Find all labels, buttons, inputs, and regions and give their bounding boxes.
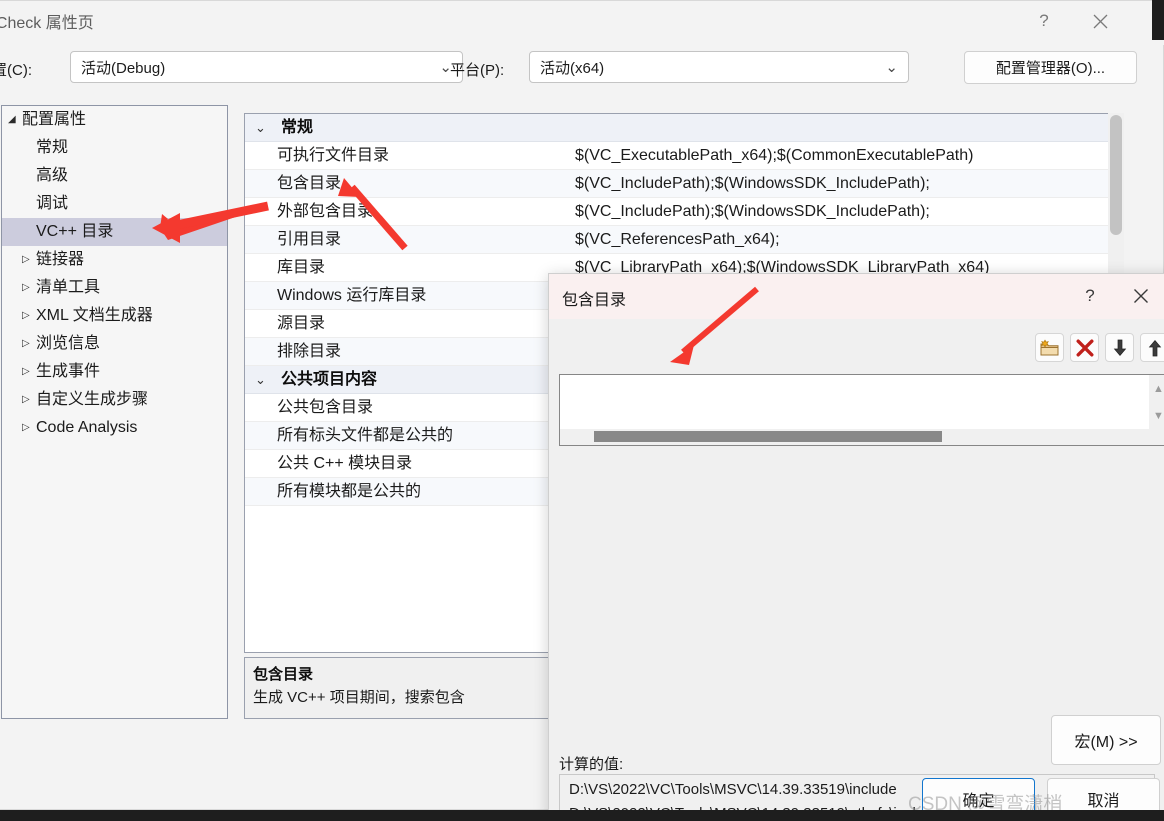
move-up-icon[interactable] [1140, 333, 1164, 362]
collapse-arrow-icon[interactable]: ▷ [22, 302, 36, 330]
expand-arrow-icon[interactable]: ◢ [8, 106, 22, 134]
collapse-arrow-icon[interactable]: ▷ [22, 414, 36, 442]
window-title: ceCheck 属性页 [0, 15, 94, 32]
tree-item-label: XML 文档生成器 [36, 307, 153, 325]
delete-icon[interactable] [1070, 333, 1099, 362]
platform-value: 活动(x64) [540, 59, 605, 77]
scrollbar-thumb[interactable] [1110, 115, 1122, 235]
scroll-up-icon[interactable]: ▲ [1152, 383, 1164, 396]
configuration-label: 配置(C): [0, 62, 32, 79]
tree-item-7[interactable]: ▷ XML 文档生成器 [2, 302, 227, 330]
computed-values-label: 计算的值: [559, 756, 624, 773]
tree-item-label: 浏览信息 [36, 335, 101, 353]
grid-row-name: 排除目录 [277, 343, 342, 360]
tree-item-2[interactable]: 高级 [2, 162, 227, 190]
dialog-close-icon[interactable] [1121, 278, 1161, 314]
tree-item-label: 配置属性 [22, 111, 87, 129]
tree-item-4[interactable]: VC++ 目录 [2, 218, 227, 246]
configuration-value: 活动(Debug) [81, 59, 166, 77]
cancel-button-label: 取消 [1087, 792, 1120, 810]
grid-category-0[interactable]: ⌄ 常规 [245, 114, 1124, 142]
tree-item-label: 常规 [36, 139, 69, 156]
directories-list-content[interactable] [560, 375, 1151, 431]
list-horizontal-scrollbar[interactable] [560, 429, 1151, 445]
collapse-arrow-icon[interactable]: ▷ [22, 246, 36, 274]
dialog-title: 包含目录 [562, 292, 627, 309]
configuration-tree[interactable]: ◢ 配置属性 常规 高级 调试 VC++ 目录 ▷ 链接器 ▷ 清单工具 ▷ XML 文档生成器 ▷ 浏览… [1, 105, 228, 719]
grid-row-name: 库目录 [277, 259, 326, 276]
tree-item-6[interactable]: ▷ 清单工具 [2, 274, 227, 302]
tree-item-label: 自定义生成步骤 [36, 391, 149, 409]
grid-category-label: 常规 [281, 119, 314, 136]
move-down-icon[interactable] [1105, 333, 1134, 362]
grid-row-value[interactable]: $(VC_ExecutablePath_x64);$(CommonExecuta… [575, 142, 973, 169]
grid-row-name: 源目录 [277, 315, 326, 332]
grid-row[interactable]: 包含目录 $(VC_IncludePath);$(WindowsSDK_Inclu… [245, 170, 1124, 198]
scroll-down-icon[interactable]: ▼ [1152, 410, 1164, 423]
background-strip-bottom [0, 810, 1164, 821]
grid-row[interactable]: 引用目录 $(VC_ReferencesPath_x64); [245, 226, 1124, 254]
grid-row-name: 公共包含目录 [277, 399, 374, 416]
grid-row-value[interactable]: $(VC_IncludePath);$(WindowsSDK_IncludePa… [575, 198, 930, 225]
chevron-down-icon[interactable]: ⌄ [255, 114, 266, 141]
collapse-arrow-icon[interactable]: ▷ [22, 330, 36, 358]
scrollbar-thumb[interactable] [594, 431, 942, 442]
close-icon[interactable] [1077, 1, 1123, 41]
grid-row-name: 包含目录 [277, 175, 342, 192]
macros-button-label: 宏(M) >> [1074, 734, 1138, 751]
tree-item-label: 生成事件 [36, 363, 101, 381]
grid-row-value[interactable]: $(VC_IncludePath);$(WindowsSDK_IncludePa… [575, 170, 930, 197]
grid-category-label: 公共项目内容 [281, 371, 378, 388]
tree-item-1[interactable]: 常规 [2, 134, 227, 162]
background-strip-right [1152, 0, 1164, 40]
tree-item-label: VC++ 目录 [36, 223, 114, 240]
tree-item-label: 调试 [36, 195, 69, 212]
tree-item-label: 高级 [36, 167, 69, 184]
tree-item-10[interactable]: ▷ 自定义生成步骤 [2, 386, 227, 414]
grid-row-name: Windows 运行库目录 [277, 287, 427, 304]
tree-item-0[interactable]: ◢ 配置属性 [2, 106, 227, 134]
help-icon[interactable]: ? [1021, 1, 1067, 41]
collapse-arrow-icon[interactable]: ▷ [22, 274, 36, 302]
tree-item-label: 清单工具 [36, 279, 101, 297]
window-title-bar: ceCheck 属性页 ? [0, 1, 1164, 45]
grid-row-value[interactable]: $(VC_ReferencesPath_x64); [575, 226, 780, 253]
chevron-down-icon[interactable]: ⌄ [255, 366, 266, 393]
platform-label: 平台(P): [450, 62, 505, 79]
tree-item-3[interactable]: 调试 [2, 190, 227, 218]
grid-row-name: 引用目录 [277, 231, 342, 248]
directories-list[interactable]: ▲ ▼ [559, 374, 1164, 446]
dialog-title-bar: 包含目录 ? [549, 274, 1164, 319]
dialog-toolbar [1035, 333, 1164, 362]
configuration-manager-button[interactable]: 配置管理器(O)... [964, 51, 1137, 84]
configuration-dropdown[interactable]: 活动(Debug) ⌄ [70, 51, 463, 83]
macros-button[interactable]: 宏(M) >> [1051, 715, 1161, 765]
collapse-arrow-icon[interactable]: ▷ [22, 386, 36, 414]
tree-item-label: Code Analysis [36, 419, 138, 437]
grid-row-name: 所有标头文件都是公共的 [277, 427, 454, 444]
tree-item-5[interactable]: ▷ 链接器 [2, 246, 227, 274]
grid-row-name: 所有模块都是公共的 [277, 483, 422, 500]
configuration-bar: 配置(C): 活动(Debug) ⌄ 平台(P): 活动(x64) ⌄ 配置管理… [0, 47, 1164, 95]
grid-row-name: 外部包含目录 [277, 203, 374, 220]
tree-item-label: 链接器 [36, 251, 85, 269]
grid-row-name: 可执行文件目录 [277, 147, 390, 164]
chevron-down-icon: ⌄ [885, 59, 898, 76]
tree-item-8[interactable]: ▷ 浏览信息 [2, 330, 227, 358]
grid-row[interactable]: 外部包含目录 $(VC_IncludePath);$(WindowsSDK_Inc… [245, 198, 1124, 226]
ok-button-label: 确定 [962, 792, 995, 810]
tree-item-11[interactable]: ▷ Code Analysis [2, 414, 227, 442]
dialog-help-icon[interactable]: ? [1070, 278, 1110, 314]
platform-dropdown[interactable]: 活动(x64) ⌄ [529, 51, 909, 83]
grid-row[interactable]: 可执行文件目录 $(VC_ExecutablePath_x64);$(Common… [245, 142, 1124, 170]
new-folder-icon[interactable] [1035, 333, 1064, 362]
grid-row-name: 公共 C++ 模块目录 [277, 455, 413, 472]
list-vertical-scrollbar[interactable]: ▲ ▼ [1149, 375, 1164, 431]
collapse-arrow-icon[interactable]: ▷ [22, 358, 36, 386]
tree-item-9[interactable]: ▷ 生成事件 [2, 358, 227, 386]
